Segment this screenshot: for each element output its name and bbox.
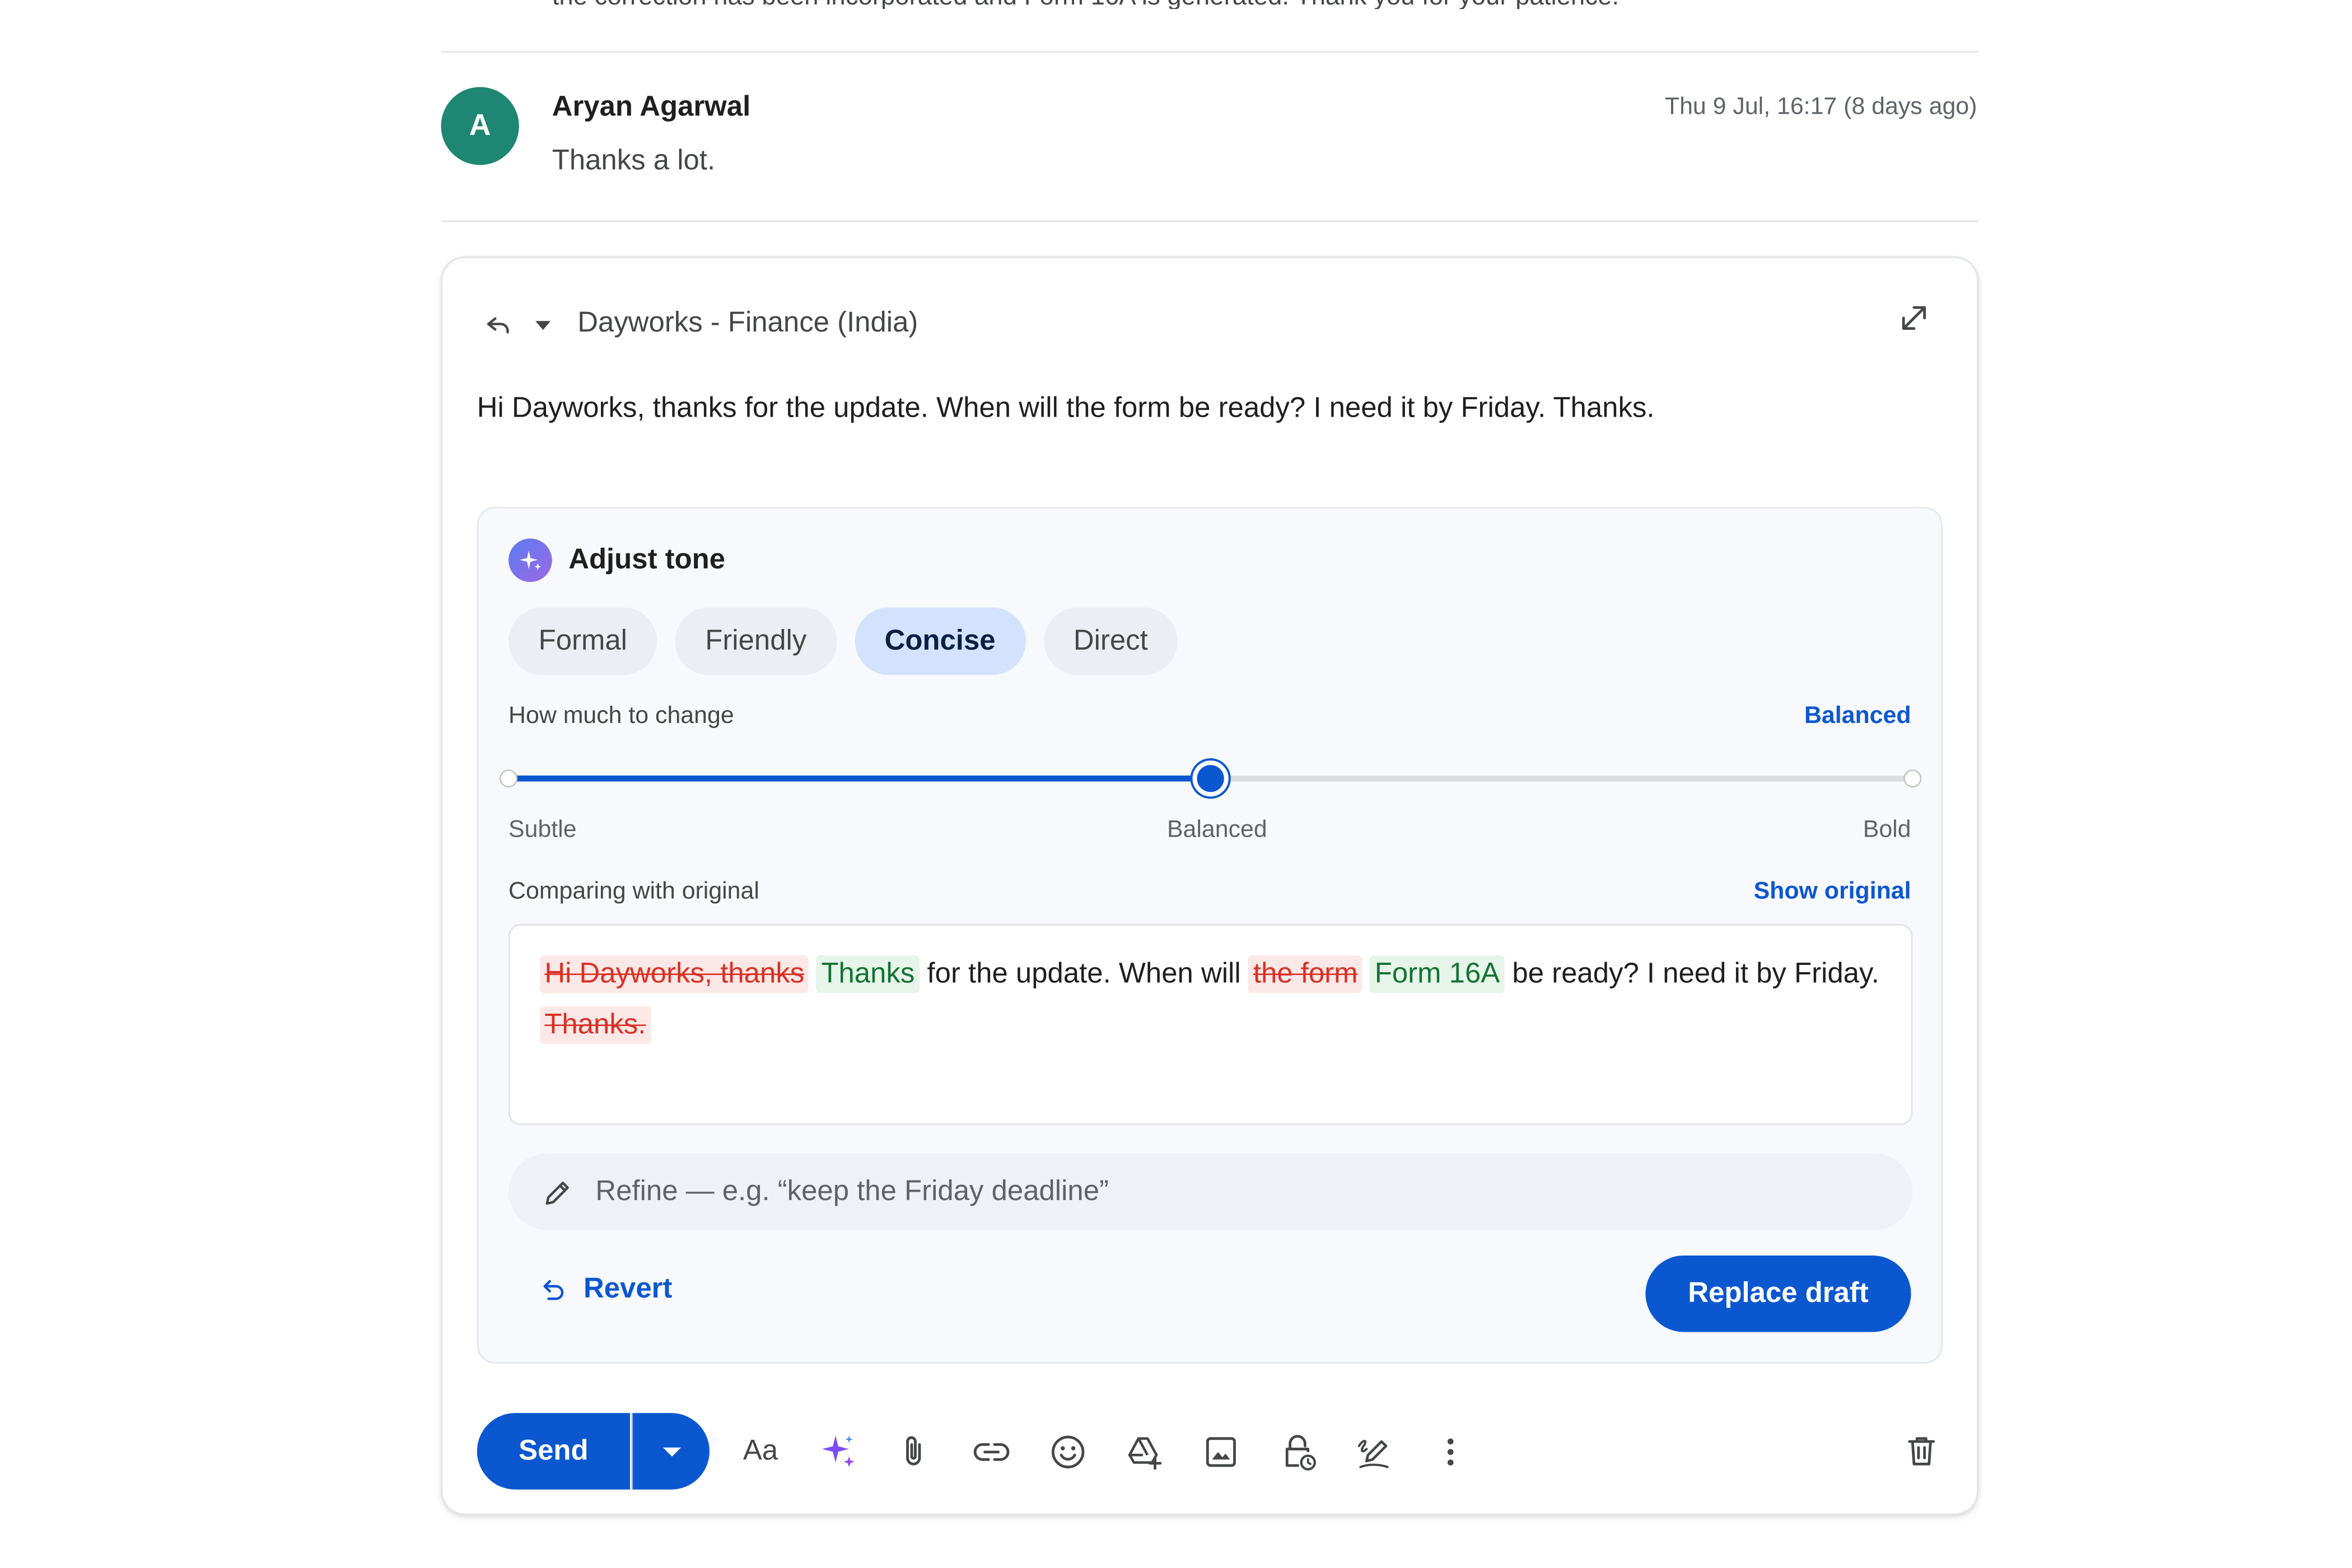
revert-button[interactable]: Revert — [539, 1273, 673, 1306]
change-amount-value: Balanced — [1804, 703, 1911, 729]
adjust-tone-panel: Adjust tone Formal Friendly Concise Dire… — [477, 507, 1943, 1364]
sparkle-icon[interactable] — [818, 1431, 860, 1473]
diff-inserted-text: Form 16A — [1370, 955, 1505, 993]
revert-label: Revert — [583, 1273, 673, 1305]
message-divider — [441, 220, 1979, 222]
message-date: Thu 9 Jul, 16:17 (8 days ago) — [1664, 94, 1977, 120]
previous-message-tail: the correction has been incorporated and… — [552, 0, 1977, 9]
sparkle-icon — [508, 538, 552, 582]
tone-panel-header: Adjust tone — [508, 538, 726, 582]
slider-thumb[interactable] — [1192, 760, 1229, 797]
tone-panel-title: Adjust tone — [568, 543, 726, 576]
signature-icon[interactable] — [1353, 1431, 1395, 1473]
gmail-thread-view: the correction has been incorporated and… — [0, 0, 2352, 1567]
sender-name[interactable]: Aryan Agarwal — [552, 91, 750, 124]
diff-unchanged-text: be ready? I need it by Friday. — [1512, 958, 1879, 990]
compose-toolbar: Send Aa — [477, 1413, 1947, 1490]
composer-header: Dayworks - Finance (India) — [482, 303, 918, 345]
message-divider — [441, 51, 1979, 53]
drive-icon[interactable] — [1123, 1431, 1165, 1473]
tone-chip-concise[interactable]: Concise — [855, 607, 1026, 675]
tone-chip-formal[interactable]: Formal — [508, 607, 657, 675]
pencil-icon — [545, 1180, 569, 1205]
image-icon[interactable] — [1200, 1431, 1242, 1473]
reply-icon[interactable] — [482, 307, 515, 340]
replace-draft-button[interactable]: Replace draft — [1645, 1255, 1911, 1332]
avatar[interactable]: A — [441, 87, 519, 165]
change-amount-label: How much to change — [508, 703, 734, 729]
chevron-down-icon — [662, 1446, 680, 1456]
comparing-label: Comparing with original — [508, 879, 759, 905]
change-amount-slider[interactable] — [499, 760, 1922, 797]
scale-label-bold: Bold — [1863, 817, 1911, 843]
trash-icon[interactable] — [1902, 1431, 1941, 1470]
diff-preview: Hi Dayworks, thanks Thanks for the updat… — [508, 924, 1913, 1125]
diff-inserted-text: Thanks — [816, 955, 920, 993]
slider-fill — [508, 775, 1211, 782]
send-button-group: Send — [477, 1413, 710, 1490]
recipient[interactable]: Dayworks - Finance (India) — [577, 307, 918, 340]
send-button[interactable]: Send — [477, 1413, 631, 1490]
more-options-icon[interactable] — [1430, 1431, 1472, 1473]
show-original-link[interactable]: Show original — [1754, 879, 1911, 906]
diff-deleted-text: the form — [1248, 955, 1362, 993]
scale-label-subtle: Subtle — [508, 817, 577, 843]
slider-stop-subtle[interactable] — [499, 769, 518, 788]
scale-label-balanced: Balanced — [1166, 817, 1267, 843]
reply-composer: Dayworks - Finance (India) Hi Dayworks, … — [441, 256, 1979, 1515]
tone-chips: Formal Friendly Concise Direct — [508, 607, 1196, 675]
draft-text[interactable]: Hi Dayworks, thanks for the update. When… — [477, 393, 1655, 426]
confidential-lock-icon[interactable] — [1276, 1431, 1318, 1473]
message-body: Thanks a lot. — [552, 145, 716, 178]
formatting-options-button[interactable]: Aa — [740, 1431, 782, 1473]
slider-stop-bold[interactable] — [1903, 769, 1922, 788]
attach-icon[interactable] — [894, 1431, 936, 1473]
reply-type-chevron-down-icon[interactable] — [535, 321, 551, 330]
expand-icon[interactable] — [1896, 300, 1932, 336]
tone-chip-friendly[interactable]: Friendly — [675, 607, 837, 675]
link-icon[interactable] — [970, 1431, 1012, 1473]
tone-chip-direct[interactable]: Direct — [1043, 607, 1178, 675]
schedule-send-button[interactable] — [631, 1413, 710, 1490]
refine-input[interactable] — [595, 1175, 1856, 1208]
emoji-icon[interactable] — [1047, 1431, 1089, 1473]
diff-deleted-text: Hi Dayworks, thanks — [540, 955, 809, 993]
undo-icon — [543, 1280, 564, 1300]
diff-deleted-text: Thanks. — [540, 1006, 651, 1044]
refine-field[interactable] — [508, 1153, 1913, 1230]
diff-unchanged-text: for the update. When will — [927, 958, 1241, 990]
